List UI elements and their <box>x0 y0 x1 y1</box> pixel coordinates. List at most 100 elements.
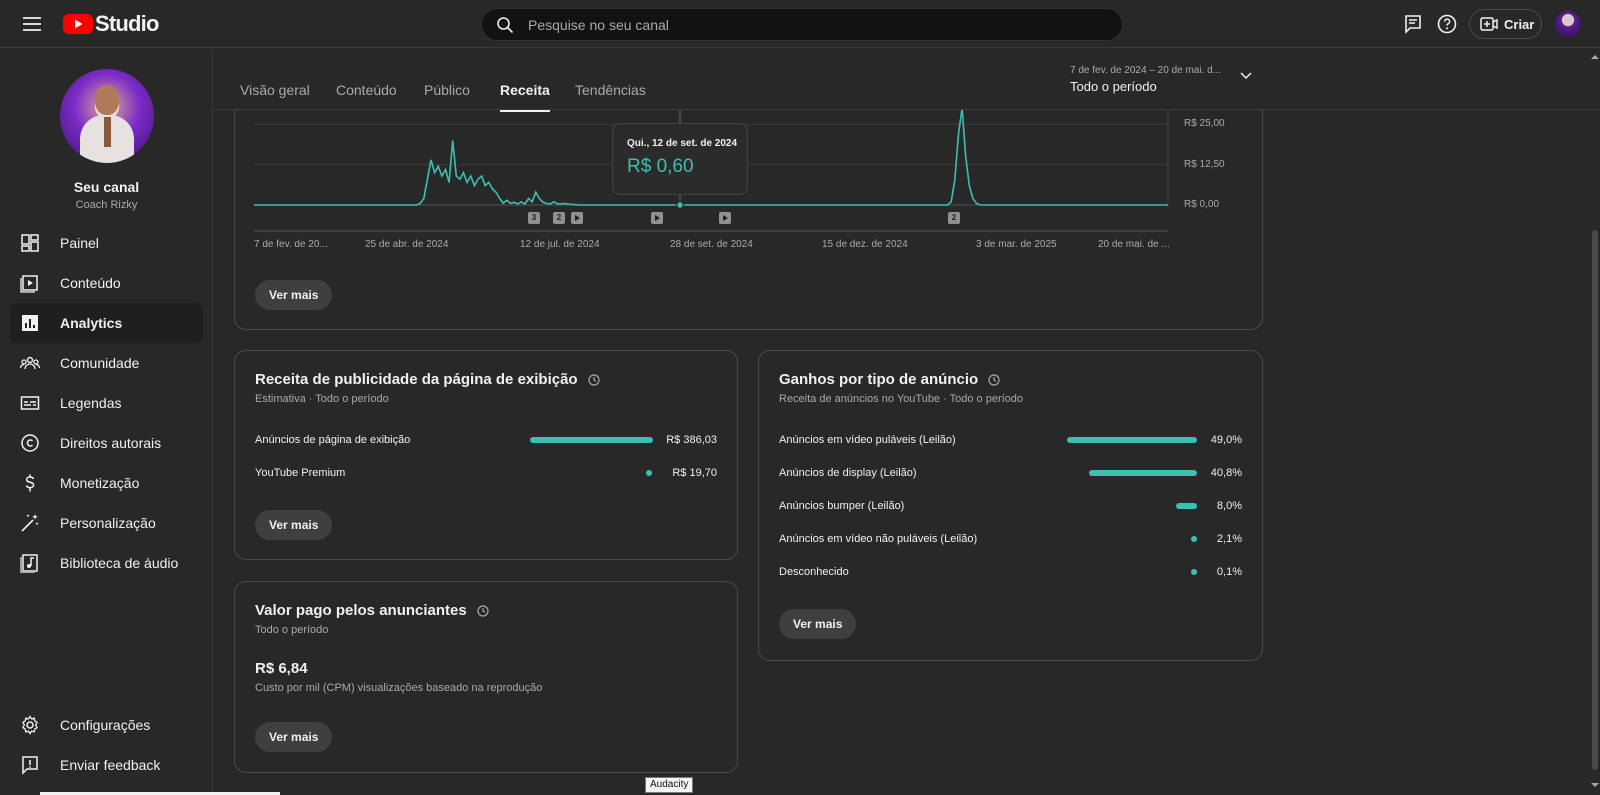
sidebar-item-legendas[interactable]: Legendas <box>10 383 203 423</box>
scroll-up-icon[interactable] <box>1590 52 1600 62</box>
taskbar-tooltip: Audacity <box>645 777 694 793</box>
see-more-button[interactable]: Ver mais <box>779 609 857 639</box>
tab-receita[interactable]: Receita <box>500 82 550 112</box>
row-bar <box>1067 437 1197 443</box>
scrollbar-thumb[interactable] <box>1592 230 1598 770</box>
tooltip-value: R$ 0,60 <box>627 156 694 177</box>
revenue-line-chart <box>254 83 1169 232</box>
row-label: Anúncios em vídeo não puláveis (Leilão) <box>779 533 978 545</box>
row-value: R$ 19,70 <box>672 467 717 479</box>
y-tick-label: R$ 12,50 <box>1184 158 1225 170</box>
sidebar-item-direitos-autorais[interactable]: Direitos autorais <box>10 423 203 463</box>
feedback-icon <box>22 756 38 775</box>
video-marker-play-icon[interactable] <box>571 212 583 224</box>
row-value: 40,8% <box>1210 467 1242 479</box>
x-tick-label: 3 de mar. de 2025 <box>976 239 1057 250</box>
video-marker-play-icon[interactable] <box>651 212 663 224</box>
sidebar-item-label: Legendas <box>60 395 122 411</box>
content-icon <box>20 275 38 293</box>
row-value: 0,1% <box>1216 566 1242 578</box>
date-range-text: 7 de fev. de 2024 – 20 de mai. d... <box>1070 65 1222 76</box>
tooltip-date: Qui., 12 de set. de 2024 <box>627 138 738 149</box>
sidebar-item-conteudo[interactable]: Conteúdo <box>10 263 203 303</box>
sidebar-item-label: Analytics <box>60 315 123 331</box>
subtitles-icon <box>20 396 40 410</box>
x-tick-label: 25 de abr. de 2024 <box>365 239 449 250</box>
cpm-card: Valor pago pelos anunciantes Todo o perí… <box>234 581 738 773</box>
video-marker-play-icon[interactable] <box>719 212 731 224</box>
customization-icon <box>21 514 39 532</box>
x-tick-label: 15 de dez. de 2024 <box>822 239 908 250</box>
card-title-text: Valor pago pelos anunciantes <box>255 602 467 619</box>
clock-icon[interactable] <box>988 373 1000 386</box>
row-label: Desconhecido <box>779 566 849 578</box>
x-tick-label: 7 de fev. de 20... <box>254 239 328 250</box>
sidebar-item-monetizacao[interactable]: Monetização <box>10 463 203 503</box>
sidebar-item-analytics[interactable]: Analytics <box>10 303 203 343</box>
x-tick-label: 20 de mai. de ... <box>1098 239 1170 250</box>
card-title: Receita de publicidade da página de exib… <box>255 371 600 388</box>
cpm-value: R$ 6,84 <box>255 660 308 677</box>
video-marker-count[interactable]: 2 <box>553 212 565 224</box>
date-range-selector[interactable]: 7 de fev. de 2024 – 20 de mai. d... Todo… <box>1070 65 1260 94</box>
see-more-button[interactable]: Ver mais <box>255 280 333 310</box>
watch-page-revenue-card: Receita de publicidade da página de exib… <box>234 350 738 560</box>
card-title-text: Ganhos por tipo de anúncio <box>779 371 979 388</box>
audio-library-icon <box>20 554 38 573</box>
y-tick-label: R$ 25,00 <box>1184 118 1225 130</box>
scroll-down-icon[interactable] <box>1590 780 1600 790</box>
card-subtitle: Estimativa · Todo o período <box>255 393 389 405</box>
sidebar-item-label: Configurações <box>60 717 151 733</box>
sidebar-item-enviar-feedback[interactable]: Enviar feedback <box>10 745 203 785</box>
settings-icon <box>22 715 38 735</box>
tab-tendencias[interactable]: Tendências <box>575 82 646 110</box>
card-subtitle: Todo o período <box>255 624 329 636</box>
chevron-down-icon[interactable] <box>1239 71 1253 81</box>
see-more-button[interactable]: Ver mais <box>255 722 333 752</box>
cpm-caption: Custo por mil (CPM) visualizações basead… <box>255 682 543 694</box>
sidebar-item-biblioteca-de-audio[interactable]: Biblioteca de áudio <box>10 543 203 583</box>
sidebar-item-label: Conteúdo <box>60 275 121 291</box>
row-value: R$ 386,03 <box>666 434 717 446</box>
video-marker-count[interactable]: 3 <box>528 212 540 224</box>
card-title: Valor pago pelos anunciantes <box>255 602 489 619</box>
row-label: Anúncios bumper (Leilão) <box>779 500 905 512</box>
card-title-text: Receita de publicidade da página de exib… <box>255 371 578 388</box>
card-subtitle: Receita de anúncios no YouTube · Todo o … <box>779 393 1024 405</box>
hover-point <box>675 200 685 210</box>
monetization-icon <box>25 474 35 492</box>
tab-publico[interactable]: Público <box>424 82 470 110</box>
row-label: YouTube Premium <box>255 467 346 479</box>
row-value: 2,1% <box>1216 533 1242 545</box>
clock-icon[interactable] <box>588 373 600 386</box>
see-more-button[interactable]: Ver mais <box>255 510 333 540</box>
sidebar-item-personalizacao[interactable]: Personalização <box>10 503 203 543</box>
y-tick-label: R$ 0,00 <box>1184 199 1220 210</box>
tab-visao-geral[interactable]: Visão geral <box>240 82 310 110</box>
clock-icon[interactable] <box>477 604 489 617</box>
sidebar-item-label: Monetização <box>60 475 140 491</box>
tab-conteudo[interactable]: Conteúdo <box>336 82 397 110</box>
row-value: 8,0% <box>1216 500 1242 512</box>
sidebar-item-label: Personalização <box>60 515 156 531</box>
row-label: Anúncios de página de exibição <box>255 434 411 446</box>
x-tick-label: 28 de set. de 2024 <box>670 239 753 250</box>
sidebar-item-configuracoes[interactable]: Configurações <box>10 705 203 745</box>
sidebar-item-label: Comunidade <box>60 355 140 371</box>
copyright-icon <box>21 434 39 452</box>
analytics-tabs-bar: Visão geral Conteúdo Público Receita Ten… <box>214 49 1600 112</box>
sidebar-item-label: Enviar feedback <box>60 757 161 773</box>
row-label: Anúncios de display (Leilão) <box>779 467 917 479</box>
date-period-text: Todo o período <box>1070 79 1157 94</box>
sidebar-item-comunidade[interactable]: Comunidade <box>10 343 203 383</box>
row-label: Anúncios em vídeo puláveis (Leilão) <box>779 434 956 446</box>
video-marker-count[interactable]: 2 <box>948 212 960 224</box>
sidebar-item-label: Biblioteca de áudio <box>60 555 179 571</box>
analytics-icon <box>22 315 38 331</box>
chart-tooltip: Qui., 12 de set. de 2024 R$ 0,60 <box>612 123 748 195</box>
x-tick-label: 12 de jul. de 2024 <box>520 239 600 250</box>
row-value: 49,0% <box>1210 434 1242 446</box>
sidebar-item-label: Direitos autorais <box>60 435 162 451</box>
card-title: Ganhos por tipo de anúncio <box>779 371 1000 388</box>
community-icon <box>20 356 40 370</box>
